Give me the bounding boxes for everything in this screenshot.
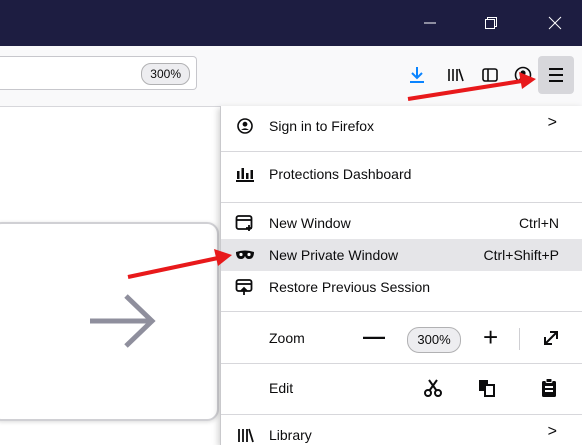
menu-item-new-window[interactable]: New Window Ctrl+N [221,207,582,239]
scissors-icon [424,379,442,397]
keyboard-shortcut: Ctrl+N [518,215,559,231]
menu-item-library[interactable]: Library > [221,419,582,445]
menu-separator [221,202,582,203]
zoom-in-button[interactable]: + [483,322,498,353]
zoom-reset-button[interactable]: 300% [407,327,461,353]
menu-separator [221,363,582,364]
zoom-level-badge[interactable]: 300% [141,63,190,85]
download-icon [410,67,424,83]
chevron-right-icon: > [547,114,557,131]
minimize-icon [423,22,436,24]
account-icon [514,66,532,84]
zoom-divider [519,328,520,350]
library-button[interactable] [440,60,470,90]
window-titlebar [0,0,582,46]
keyboard-shortcut: Ctrl+Shift+P [483,247,559,263]
chevron-right-icon: > [547,423,557,440]
menu-label: Sign in to Firefox [269,118,375,134]
menu-label: Restore Previous Session [269,279,431,295]
close-window-button[interactable] [527,0,582,46]
menu-label: Library [269,427,312,443]
downloads-button[interactable] [402,60,432,90]
minimize-button[interactable] [402,0,457,46]
menu-item-restore-session[interactable]: Restore Previous Session [221,271,582,303]
hamburger-menu-icon [549,68,563,82]
new-window-icon [235,213,255,233]
menu-item-edit: Edit [221,368,582,408]
restore-session-icon [235,277,255,297]
sidebar-icon [482,68,498,82]
account-button[interactable] [508,60,538,90]
menu-label: New Window [269,215,351,231]
sidebar-button[interactable] [475,60,505,90]
protections-dashboard-icon [235,164,255,184]
menu-separator [221,311,582,312]
menu-item-new-private-window[interactable]: New Private Window Ctrl+Shift+P [221,239,582,271]
private-browsing-mask-icon [235,245,255,265]
menu-item-zoom: Zoom — 300% + [221,318,582,358]
arrow-right-icon [90,294,156,348]
library-icon [235,425,255,445]
library-icon [448,68,464,82]
paste-button[interactable] [539,377,559,402]
restore-icon [484,17,497,29]
open-menu-button[interactable] [538,56,574,94]
fullscreen-expand-icon [544,331,558,345]
cut-button[interactable] [423,378,443,401]
menu-item-protections-dashboard[interactable]: Protections Dashboard [221,158,582,190]
menu-label: Protections Dashboard [269,166,412,182]
close-icon [548,16,561,30]
menu-label: Zoom [269,330,305,346]
account-icon [235,116,255,136]
copy-button[interactable] [477,378,497,401]
menu-separator [221,151,582,152]
app-menu-panel: Sign in to Firefox > Protections Dashboa… [220,106,582,445]
menu-label: New Private Window [269,247,399,263]
menu-label: Edit [269,380,294,396]
fullscreen-button[interactable] [541,328,561,351]
page-content-card [0,222,219,421]
menu-separator [221,414,582,415]
copy-icon [479,380,495,397]
restore-button[interactable] [463,0,518,46]
navigation-toolbar: 300% [0,46,582,107]
menu-item-sign-in[interactable]: Sign in to Firefox > [221,110,582,142]
paste-icon [542,378,556,397]
zoom-out-button[interactable]: — [363,324,385,350]
url-bar[interactable]: 300% [0,56,197,90]
